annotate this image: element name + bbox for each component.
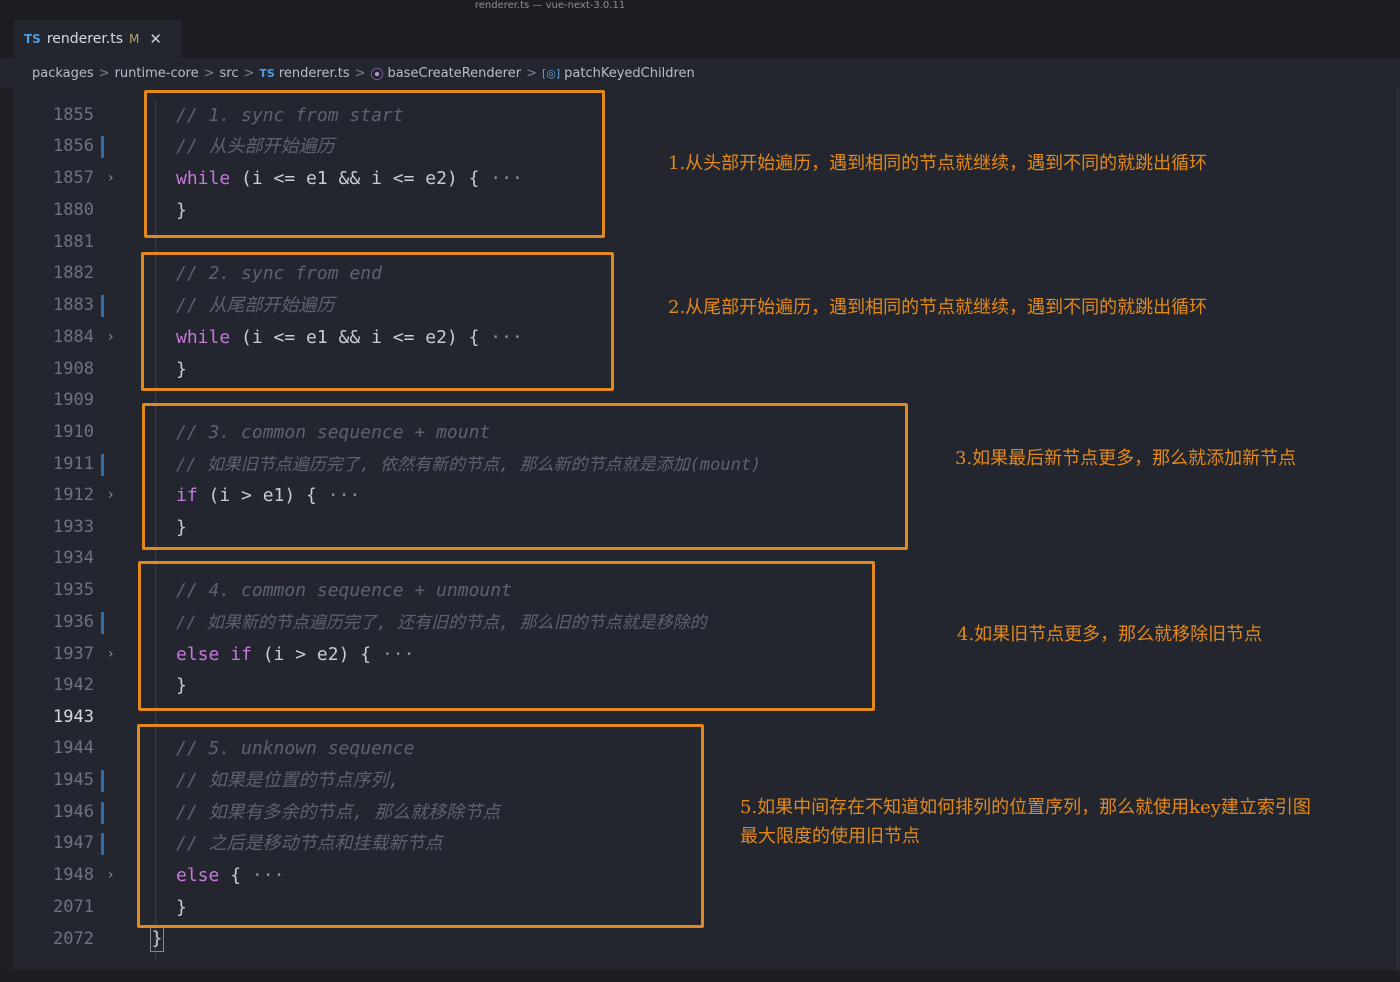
line-number: 1909 <box>53 390 94 410</box>
annotation-note-3: 3.如果最后新节点更多，那么就添加新节点 <box>955 448 1297 469</box>
breadcrumb-item-baseCreateRenderer[interactable]: baseCreateRenderer <box>388 66 522 81</box>
line-number: 1944 <box>53 738 94 758</box>
line-number: 1912 <box>53 485 94 505</box>
breadcrumb: packages > runtime-core > src > TS rende… <box>0 58 1400 88</box>
line-number: 1943 <box>53 707 94 727</box>
annotation-box-5 <box>137 724 704 928</box>
modified-line-indicator <box>101 612 104 634</box>
chevron-right-icon: > <box>526 65 537 81</box>
window-titlebar: renderer.ts — vue-next-3.0.11 <box>0 0 1400 14</box>
fold-chevron-icon[interactable]: › <box>108 163 114 194</box>
line-number: 1937 <box>53 644 94 664</box>
modified-line-indicator <box>101 295 104 317</box>
annotation-note-2: 2.从尾部开始遍历，遇到相同的节点就继续，遇到不同的就跳出循环 <box>668 297 1208 318</box>
line-number: 1856 <box>53 136 94 156</box>
line-number: 1945 <box>53 770 94 790</box>
annotation-note-4: 4.如果旧节点更多，那么就移除旧节点 <box>957 624 1263 645</box>
line-number: 1881 <box>53 232 94 252</box>
line-number: 1946 <box>53 802 94 822</box>
annotation-note-1: 1.从头部开始遍历，遇到相同的节点就继续，遇到不同的就跳出循环 <box>668 153 1208 174</box>
line-number: 1942 <box>53 675 94 695</box>
breadcrumb-item-patchKeyedChildren[interactable]: patchKeyedChildren <box>564 66 695 81</box>
chevron-right-icon: > <box>243 65 255 81</box>
variable-symbol-icon: [◎] <box>541 66 561 80</box>
line-number: 2072 <box>53 929 94 949</box>
line-number: 1882 <box>53 263 94 283</box>
breadcrumb-item-renderer-ts[interactable]: renderer.ts <box>279 66 350 81</box>
line-number: 1935 <box>53 580 94 600</box>
close-tab-icon[interactable]: ✕ <box>149 30 162 48</box>
fold-chevron-icon[interactable]: › <box>108 480 114 511</box>
fold-chevron-icon[interactable]: › <box>108 639 114 670</box>
breadcrumb-item-runtime-core[interactable]: runtime-core <box>115 66 199 81</box>
modified-line-indicator <box>101 136 104 158</box>
window-title: renderer.ts — vue-next-3.0.11 <box>474 0 626 11</box>
editor-tab-bar: TS renderer.ts M ✕ <box>0 14 1400 58</box>
chevron-right-icon: > <box>98 65 110 81</box>
line-number: 1855 <box>53 105 94 125</box>
line-number: 1857 <box>53 168 94 188</box>
line-number: 1883 <box>53 295 94 315</box>
function-symbol-icon: ⦿ <box>370 67 384 83</box>
chevron-right-icon: > <box>203 65 215 81</box>
fold-chevron-icon[interactable]: › <box>108 322 114 353</box>
modified-line-indicator <box>101 454 104 476</box>
line-number: 1933 <box>53 517 94 537</box>
line-number: 1910 <box>53 422 94 442</box>
tab-renderer-ts[interactable]: TS renderer.ts M ✕ <box>14 20 182 58</box>
annotation-box-1 <box>144 90 605 238</box>
line-number: 1936 <box>53 612 94 632</box>
chevron-right-icon: > <box>354 65 366 81</box>
fold-chevron-icon[interactable]: › <box>108 860 114 891</box>
modified-line-indicator <box>101 770 104 792</box>
status-bar <box>0 970 1400 982</box>
line-number: 1880 <box>53 200 94 220</box>
matched-bracket: } <box>150 926 164 952</box>
annotation-box-4 <box>138 561 875 711</box>
line-number: 2071 <box>53 897 94 917</box>
annotation-box-3 <box>142 403 908 550</box>
line-number: 1934 <box>53 548 94 568</box>
line-number: 1947 <box>53 833 94 853</box>
line-number: 1884 <box>53 327 94 347</box>
tab-filename: renderer.ts <box>46 31 124 47</box>
typescript-file-icon: TS <box>259 66 275 80</box>
modified-indicator: M <box>129 32 140 46</box>
line-number: 1948 <box>53 865 94 885</box>
line-number: 1911 <box>53 454 94 474</box>
vertical-scrollbar[interactable] <box>1396 88 1400 982</box>
breadcrumb-item-src[interactable]: src <box>220 66 239 81</box>
annotation-box-2 <box>141 252 614 391</box>
annotation-note-5-line1: 5.如果中间存在不知道如何排列的位置序列，那么就使用key建立索引图 <box>740 797 1311 818</box>
typescript-file-icon: TS <box>24 32 41 46</box>
breadcrumb-item-packages[interactable]: packages <box>32 66 94 81</box>
annotation-note-5-line2: 最大限度的使用旧节点 <box>740 826 920 847</box>
gutter-row: 2072 <box>0 924 1400 955</box>
line-number: 1908 <box>53 359 94 379</box>
modified-line-indicator <box>101 802 104 824</box>
modified-line-indicator <box>101 833 104 855</box>
